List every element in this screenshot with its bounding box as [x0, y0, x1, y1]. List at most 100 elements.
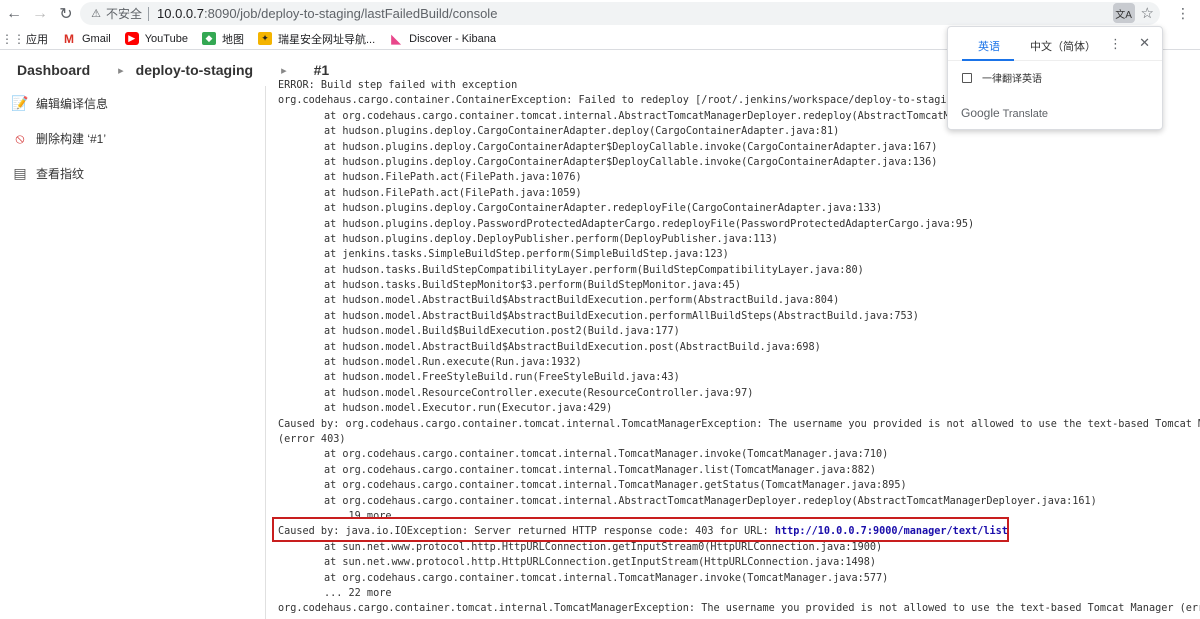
bookmark-youtube[interactable]: ▶ YouTube: [124, 32, 188, 45]
console-line-text: at hudson.model.AbstractBuild$AbstractBu…: [324, 310, 919, 322]
translate-icon[interactable]: 文A: [1112, 3, 1135, 23]
star-icon[interactable]: ☆: [1141, 4, 1154, 22]
console-line: (error 403): [278, 432, 1200, 447]
console-line: ... 22 more: [278, 586, 1200, 601]
console-line-text: at jenkins.tasks.SimpleBuildStep.perform…: [324, 249, 729, 261]
console-line-text: at hudson.model.AbstractBuild$AbstractBu…: [324, 295, 840, 307]
breadcrumb-job[interactable]: deploy-to-staging: [136, 62, 253, 78]
google-translate-brand: Google Translate: [961, 106, 1048, 120]
console-line-text: org.codehaus.cargo.container.tomcat.inte…: [278, 603, 1200, 615]
bookmark-maps[interactable]: ◆ 地图: [201, 31, 244, 47]
gmail-icon: M: [62, 31, 76, 46]
forward-button[interactable]: →: [27, 1, 53, 27]
console-line: at hudson.plugins.deploy.CargoContainerA…: [278, 140, 1200, 155]
youtube-icon: ▶: [124, 32, 139, 45]
chevron-right-icon: ▸: [118, 64, 124, 77]
arrow-left-icon: ←: [6, 5, 22, 22]
sidebar-item-fingerprints[interactable]: ▤ 查看指纹: [11, 156, 265, 191]
reload-icon: ↻: [59, 6, 73, 23]
brand-translate: Translate: [1002, 108, 1049, 120]
console-line-text: Caused by: org.codehaus.cargo.container.…: [278, 418, 1200, 430]
console-line-text: at hudson.plugins.deploy.DeployPublisher…: [324, 233, 778, 245]
console-line-text: at hudson.tasks.BuildStepCompatibilityLa…: [324, 264, 864, 276]
console-line-text: at sun.net.www.protocol.http.HttpURLConn…: [324, 541, 883, 553]
bookmark-label: 应用: [26, 33, 48, 46]
maps-icon: ◆: [201, 32, 216, 45]
console-line: at hudson.plugins.deploy.CargoContainerA…: [278, 201, 1200, 216]
console-line-text: at hudson.FilePath.act(FilePath.java:105…: [324, 187, 582, 199]
console-line: at sun.net.www.protocol.http.HttpURLConn…: [278, 540, 1200, 555]
console-line: at hudson.plugins.deploy.PasswordProtect…: [278, 217, 1200, 232]
bookmark-apps[interactable]: ⋮⋮ 应用: [1, 31, 48, 47]
url-text[interactable]: 10.0.0.7:8090/job/deploy-to-staging/last…: [157, 6, 497, 21]
fingerprint-card-icon: ▤: [13, 165, 27, 181]
console-line-text: at hudson.model.Run.execute(Run.java:193…: [324, 357, 582, 369]
bookmark-rising[interactable]: ✦ 瑞星安全网址导航...: [257, 31, 375, 47]
bookmark-kibana[interactable]: ◣ Discover - Kibana: [389, 30, 496, 46]
console-line: at org.codehaus.cargo.container.tomcat.i…: [278, 463, 1200, 478]
sidebar-item-edit-build-info[interactable]: 📝 编辑编译信息: [11, 86, 265, 121]
more-vert-icon[interactable]: ⋮: [1109, 36, 1122, 52]
tab-source-language[interactable]: 英语: [978, 38, 1000, 54]
console-line: at hudson.FilePath.act(FilePath.java:105…: [278, 186, 1200, 201]
console-line-text: at hudson.plugins.deploy.CargoContainerA…: [324, 203, 883, 215]
translate-popup: 英语 中文（简体） ⋮ ✕ 一律翻译英语 Google Translate: [947, 26, 1163, 130]
console-line: at hudson.tasks.BuildStepCompatibilityLa…: [278, 263, 1200, 278]
console-line-text: (error 403): [278, 433, 346, 445]
insecure-label: 不安全: [106, 7, 143, 21]
close-icon[interactable]: ✕: [1139, 35, 1150, 51]
always-translate-option[interactable]: 一律翻译英语: [962, 70, 1042, 85]
reload-button[interactable]: ↻: [53, 1, 79, 27]
always-translate-label: 一律翻译英语: [982, 74, 1042, 85]
url-host: 10.0.0.7: [157, 6, 205, 21]
no-entry-icon: ⦸: [15, 130, 25, 146]
sidebar-item-label: 编辑编译信息: [36, 97, 109, 111]
sidebar-item-label: 查看指纹: [36, 167, 85, 181]
console-line: at hudson.plugins.deploy.CargoContainerA…: [278, 155, 1200, 170]
breadcrumb-dashboard[interactable]: Dashboard: [17, 62, 90, 78]
console-line: at hudson.model.AbstractBuild$AbstractBu…: [278, 293, 1200, 308]
console-line: at hudson.model.ResourceController.execu…: [278, 386, 1200, 401]
address-bar[interactable]: ⚠ 不安全 10.0.0.7:8090/job/deploy-to-stagin…: [80, 2, 1160, 25]
console-line: at org.codehaus.cargo.container.tomcat.i…: [278, 447, 1200, 462]
more-icon[interactable]: ⋮: [1176, 5, 1190, 22]
active-tab-indicator: [962, 59, 1014, 61]
console-line-text: at hudson.model.Build$BuildExecution.pos…: [324, 326, 680, 338]
console-line: at hudson.model.Build$BuildExecution.pos…: [278, 324, 1200, 339]
console-line: at hudson.model.Executor.run(Executor.ja…: [278, 401, 1200, 416]
back-button[interactable]: ←: [1, 1, 27, 27]
breadcrumb-build[interactable]: #1: [314, 62, 330, 78]
always-translate-checkbox[interactable]: [962, 72, 972, 83]
console-line: at hudson.model.AbstractBuild$AbstractBu…: [278, 340, 1200, 355]
console-line-text: at hudson.model.ResourceController.execu…: [324, 387, 754, 399]
bookmark-label: YouTube: [144, 32, 188, 45]
bookmark-gmail[interactable]: M Gmail: [62, 31, 111, 46]
highlight-annotation: [272, 517, 1009, 542]
translate-tabs: 英语 中文（简体） ⋮ ✕: [948, 27, 1162, 61]
brand-google: Google: [961, 106, 1000, 120]
console-line: at jenkins.tasks.SimpleBuildStep.perform…: [278, 247, 1200, 262]
omnibox-actions: 文A ☆: [1112, 3, 1154, 23]
console-line: at hudson.tasks.BuildStepMonitor$3.perfo…: [278, 278, 1200, 293]
console-line: at sun.net.www.protocol.http.HttpURLConn…: [278, 555, 1200, 570]
console-line-text: at sun.net.www.protocol.http.HttpURLConn…: [324, 557, 877, 569]
sidebar-item-label: 删除构建 ‘#1’: [36, 132, 107, 146]
bookmark-label: Gmail: [82, 32, 111, 45]
console-line: Caused by: org.codehaus.cargo.container.…: [278, 417, 1200, 432]
console-line-text: at org.codehaus.cargo.container.tomcat.i…: [324, 464, 877, 476]
console-line-text: at org.codehaus.cargo.container.tomcat.i…: [324, 572, 889, 584]
console-line-text: at hudson.model.Executor.run(Executor.ja…: [324, 403, 613, 415]
console-line: at hudson.model.AbstractBuild$AbstractBu…: [278, 309, 1200, 324]
browser-toolbar: ← → ↻ ⚠ 不安全 10.0.0.7:8090/job/deploy-to-…: [0, 0, 1200, 28]
console-line-text: at hudson.FilePath.act(FilePath.java:107…: [324, 172, 582, 184]
console-line-text: at hudson.plugins.deploy.CargoContainerA…: [324, 156, 938, 168]
kibana-icon: ◣: [391, 30, 402, 46]
console-line-text: at hudson.tasks.BuildStepMonitor$3.perfo…: [324, 280, 742, 292]
sidebar: 📝 编辑编译信息 ⦸ 删除构建 ‘#1’ ▤ 查看指纹: [0, 86, 266, 619]
notepad-icon: 📝: [11, 95, 29, 111]
console-line: at hudson.plugins.deploy.DeployPublisher…: [278, 232, 1200, 247]
console-line-text: at hudson.plugins.deploy.CargoContainerA…: [324, 141, 938, 153]
tab-target-language[interactable]: 中文（简体）: [1030, 38, 1096, 54]
sidebar-item-delete-build[interactable]: ⦸ 删除构建 ‘#1’: [11, 121, 265, 156]
bookmark-label: 地图: [221, 33, 244, 46]
